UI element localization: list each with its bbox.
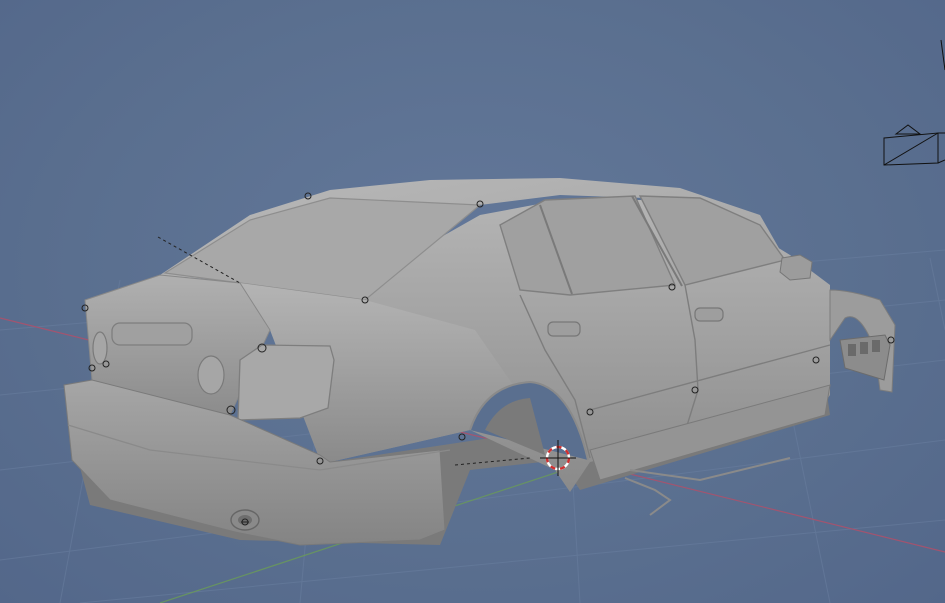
car-body-model[interactable] <box>63 178 896 546</box>
camera-object[interactable] <box>883 39 945 166</box>
3d-viewport[interactable] <box>0 0 945 603</box>
tail-light-left <box>197 355 225 395</box>
tail-light-right <box>92 331 108 365</box>
side-mirror <box>779 254 813 281</box>
front-bumper-grille <box>839 334 891 381</box>
door-handle-rear <box>547 321 581 337</box>
license-plate-area <box>111 322 193 346</box>
tail-light-cluster <box>237 344 335 421</box>
viewport-canvas[interactable] <box>0 0 945 603</box>
exhaust-inner <box>238 515 252 525</box>
door-handle-front <box>694 307 724 322</box>
